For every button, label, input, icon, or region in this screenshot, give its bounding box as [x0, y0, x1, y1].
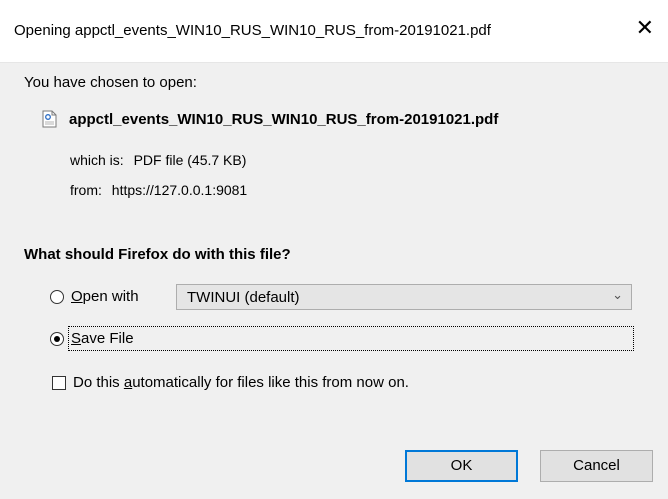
save-file-option[interactable]: Save File [50, 330, 134, 347]
title-bar: Opening appctl_events_WIN10_RUS_WIN10_RU… [0, 0, 668, 63]
window-title: Opening appctl_events_WIN10_RUS_WIN10_RU… [14, 22, 491, 39]
open-with-app-value: TWINUI (default) [187, 289, 300, 306]
download-dialog: Opening appctl_events_WIN10_RUS_WIN10_RU… [0, 0, 668, 499]
auto-label: Do this automatically for files like thi… [73, 374, 409, 391]
save-file-radio[interactable] [50, 331, 64, 346]
action-question: What should Firefox do with this file? [24, 246, 291, 263]
open-with-app-select[interactable]: TWINUI (default) ⌄ [176, 284, 632, 310]
close-icon[interactable]: ✕ [636, 17, 654, 39]
open-with-radio[interactable] [50, 289, 64, 304]
ok-button[interactable]: OK [405, 450, 518, 482]
file-source-value: https://127.0.0.1:9081 [111, 182, 248, 198]
auto-option[interactable]: Do this automatically for files like thi… [52, 374, 409, 391]
open-with-label: Open with [71, 288, 139, 305]
dialog-content: You have chosen to open: appctl_events_W… [0, 62, 668, 499]
file-type-value: PDF file (45.7 KB) [133, 152, 247, 168]
open-with-option[interactable]: Open with [50, 288, 139, 305]
chevron-down-icon: ⌄ [612, 287, 623, 302]
auto-checkbox[interactable] [52, 375, 66, 390]
chosen-to-open-label: You have chosen to open: [24, 74, 197, 91]
file-source-label: from: [70, 182, 102, 198]
cancel-button[interactable]: Cancel [540, 450, 653, 482]
file-name: appctl_events_WIN10_RUS_WIN10_RUS_from-2… [69, 110, 499, 128]
file-type-row: which is: PDF file (45.7 KB) [70, 152, 246, 168]
file-type-label: which is: [70, 152, 124, 168]
file-row: appctl_events_WIN10_RUS_WIN10_RUS_from-2… [42, 110, 498, 128]
file-source-row: from: https://127.0.0.1:9081 [70, 182, 247, 198]
focus-outline [68, 326, 634, 351]
pdf-file-icon [42, 110, 57, 128]
save-file-label: Save File [71, 330, 134, 347]
